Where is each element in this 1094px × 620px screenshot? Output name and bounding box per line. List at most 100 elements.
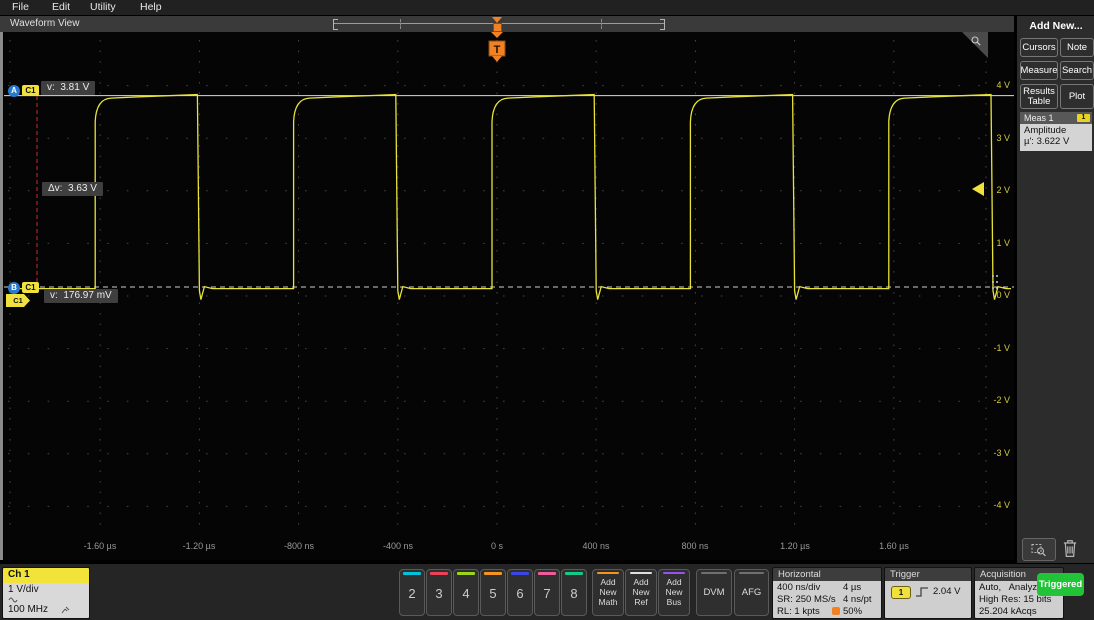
overview-right-bracket[interactable] [660,19,665,30]
overview-left-bracket[interactable] [333,19,338,30]
triggered-status-badge: Triggered [1037,573,1084,596]
overview-trigger-position-icon[interactable] [493,23,502,32]
overview-divider [601,19,602,29]
menu-help[interactable]: Help [140,1,162,13]
add-new-math-label: Add New Math [593,578,623,607]
y-axis-label: -1 V [976,343,1010,353]
overview-divider [400,19,401,29]
x-axis-label: 1.20 µs [780,541,810,551]
left-edge-strip [0,32,3,560]
add-new-bus-button[interactable]: Add New Bus [658,569,690,616]
waveform-plot[interactable]: T 4 V 3 V 2 V 1 V 0 V -1 V -2 V -3 V -4 … [4,32,1014,560]
y-axis-label: 4 V [976,80,1010,90]
acquisition-count: 25.204 kAcqs [979,606,1037,617]
y-axis-label: -4 V [976,500,1010,510]
oscilloscope-screen: File Edit Utility Help Waveform View [0,0,1094,620]
x-axis-label: 800 ns [681,541,708,551]
zoom-mode-button[interactable] [1022,538,1056,561]
menu-file[interactable]: File [12,1,29,13]
horizontal-panel[interactable]: Horizontal 400 ns/div 4 µs SR: 250 MS/s … [772,567,882,619]
results-bar: Add New... Cursors Note Measure Search R… [1016,16,1094,563]
dvm-button[interactable]: DVM [696,569,732,616]
meas1-type: Amplitude [1024,125,1092,136]
trigger-panel[interactable]: Trigger 1 2.04 V [884,567,972,619]
meas1-source-badge: 1 [1077,114,1090,122]
channel-4-label: 4 [454,586,478,601]
meas1-card[interactable]: Amplitude µ': 3.622 V [1020,124,1092,151]
channel-6-button[interactable]: 6 [507,569,533,616]
cursor-a-badge[interactable]: A [8,85,20,97]
meas1-title: Meas 1 [1024,113,1054,123]
channel-6-label: 6 [508,586,532,601]
waveform-view-tab[interactable]: Waveform View [0,16,1014,32]
ref-color [630,572,652,574]
menu-utility[interactable]: Utility [90,1,116,13]
plot-button[interactable]: Plot [1060,84,1094,109]
horizontal-position-icon [832,607,840,615]
x-axis-label: -1.60 µs [84,541,117,551]
add-new-ref-button[interactable]: Add New Ref [625,569,657,616]
ch1-badge[interactable]: Ch 1 1 V/div 100 MHz [2,567,90,619]
bus-color [663,572,685,574]
measure-button[interactable]: Measure [1020,61,1058,80]
sample-rate: SR: 250 MS/s [777,594,836,605]
channel-4-button[interactable]: 4 [453,569,479,616]
trash-button[interactable] [1061,538,1085,560]
ch1-scale: 1 V/div [8,584,89,595]
channel-2-color [403,572,421,575]
channel-6-color [511,572,529,575]
horizontal-window: 4 µs [843,582,861,593]
dvm-label: DVM [697,587,731,598]
coupling-icon [8,596,18,603]
cursors-button[interactable]: Cursors [1020,38,1058,57]
channel-7-button[interactable]: 7 [534,569,560,616]
afg-button[interactable]: AFG [734,569,769,616]
ch1-name: Ch 1 [3,568,89,583]
sample-resolution: 4 ns/pt [843,594,872,605]
cursor-b-badge[interactable]: B [8,282,20,294]
meas1-mean: µ': 3.622 V [1024,136,1092,147]
cursor-b-channel-badge[interactable]: C1 [22,282,39,293]
trigger-flag-letter: T [494,44,501,56]
results-table-button[interactable]: Results Table [1020,84,1058,109]
cursor-b-readout[interactable]: v: 176.97 mV [44,289,118,303]
y-axis-label: 1 V [976,238,1010,248]
add-new-math-button[interactable]: Add New Math [592,569,624,616]
horizontal-scale: 400 ns/div [777,582,820,593]
x-axis-label: -800 ns [284,541,314,551]
menu-edit[interactable]: Edit [52,1,70,13]
channel-3-color [430,572,448,575]
trigger-source-badge: 1 [891,586,911,599]
channel-8-label: 8 [562,586,586,601]
note-button[interactable]: Note [1060,38,1094,57]
y-axis-label: 3 V [976,133,1010,143]
trash-icon [1061,538,1079,558]
add-new-bus-label: Add New Bus [659,578,689,607]
zoom-box-icon [1031,543,1047,557]
y-axis-label: -3 V [976,448,1010,458]
y-axis-label: 2 V [976,185,1010,195]
cursor-a-readout[interactable]: v: 3.81 V [41,81,95,95]
channel-2-button[interactable]: 2 [399,569,425,616]
panel-drag-grip[interactable] [992,275,999,297]
waveform-svg: T [4,32,1014,560]
ch1-waveform-trace[interactable] [10,95,1011,300]
meas1-header[interactable]: Meas 1 1 [1020,112,1092,124]
acquisition-mode: Auto, Analyze [979,582,1042,593]
cursor-delta-readout[interactable]: Δv: 3.63 V [42,182,103,196]
add-new-title: Add New... [1017,20,1094,32]
x-axis-label: 400 ns [582,541,609,551]
x-axis-label: -1.20 µs [183,541,216,551]
channel-3-button[interactable]: 3 [426,569,452,616]
channel-5-button[interactable]: 5 [480,569,506,616]
channel-7-color [538,572,556,575]
y-axis-label: -2 V [976,395,1010,405]
channel-4-color [457,572,475,575]
channel-8-color [565,572,583,575]
cursor-a-channel-badge[interactable]: C1 [22,85,39,96]
channel-8-button[interactable]: 8 [561,569,587,616]
horizontal-position: 50% [843,606,862,617]
horizontal-title: Horizontal [773,568,881,581]
trigger-flag[interactable]: T [489,32,505,62]
search-button[interactable]: Search [1060,61,1094,80]
